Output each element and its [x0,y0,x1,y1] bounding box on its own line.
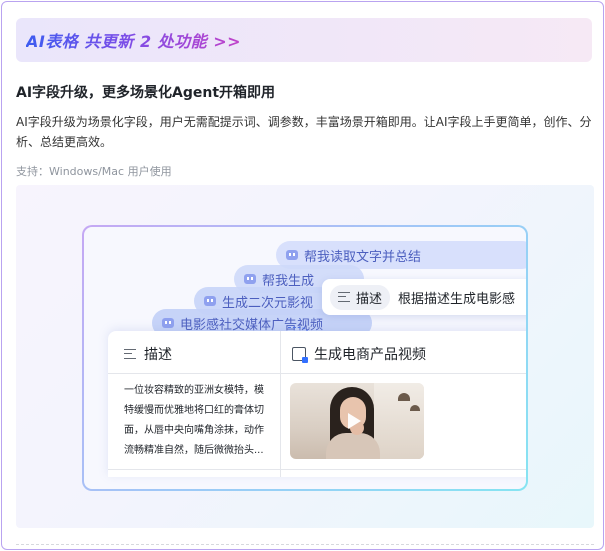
robot-icon [204,296,216,306]
video-thumbnail [290,383,424,459]
description-pill: 描述 [330,284,391,310]
column-header-description: 描述 [124,344,172,364]
description-cell: 一位妆容精致的亚洲女模特，模特缓慢而优雅地将口红的膏体切面，从唇中央向嘴角涂抹，… [124,385,264,456]
feature-title: AI字段升级，更多场景化Agent开箱即用 [16,85,276,101]
section-divider [16,544,594,545]
description-prompt-chip: 描述 根据描述生成电影感 [322,279,526,315]
robot-icon [244,274,256,284]
video-field-icon [292,347,308,363]
feature-description: AI字段升级为场景化字段，用户无需配提示词、调参数，丰富场景开箱即用。让AI字段… [16,115,592,149]
update-banner[interactable]: AI表格 共更新 2 处功能 >> [16,18,592,62]
agent-chip-label: 帮我生成 [262,273,315,289]
column-header-video: 生成电商产品视频 [292,344,426,364]
description-action: 根据描述生成电影感 [398,291,516,307]
robot-icon [162,318,174,328]
feature-update-card: AI表格 共更新 2 处功能 >> AI字段升级，更多场景化Agent开箱即用 … [1,1,604,550]
column-header-label: 生成电商产品视频 [314,347,426,363]
column-header-label: 描述 [144,347,172,363]
play-icon [348,413,361,429]
row-divider [108,469,526,470]
platform-support: 支持：Windows/Mac 用户使用 [16,165,172,178]
illustration-frame: 帮我读取文字并总结 帮我生成 生成二次元影视 电影感社交媒体广告视频 描述 根据… [82,225,528,491]
column-divider [280,331,281,477]
robot-icon [286,250,298,260]
banner-title[interactable]: AI表格 共更新 2 处功能 >> [26,28,241,52]
sample-table: 描述 生成电商产品视频 一位妆容精致的亚洲女模特，模特缓慢而优雅地将口红的膏体切… [108,331,526,477]
feature-illustration: 帮我读取文字并总结 帮我生成 生成二次元影视 电影感社交媒体广告视频 描述 根据… [16,185,594,528]
text-lines-icon [338,292,350,302]
header-divider [108,373,526,374]
agent-chip-label: 生成二次元影视 [222,295,314,311]
text-lines-icon [124,349,136,359]
description-pill-label: 描述 [356,291,383,307]
agent-chip-label: 帮我读取文字并总结 [304,249,422,265]
